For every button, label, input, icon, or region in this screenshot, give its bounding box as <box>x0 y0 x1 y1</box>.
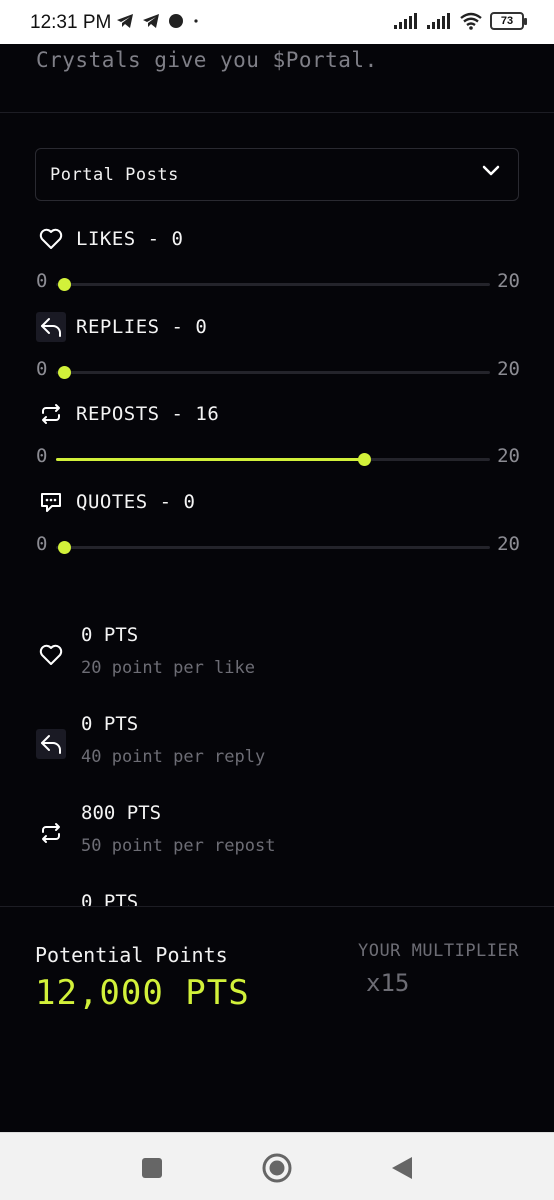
points-description: 50 point per repost <box>81 836 276 856</box>
repost-icon <box>36 399 66 429</box>
system-nav-bar <box>0 1132 554 1200</box>
intro-text: Crystals give you $Portal. <box>36 48 378 72</box>
multiplier-label: YOUR MULTIPLIER <box>357 941 519 961</box>
slider-max: 20 <box>497 358 520 380</box>
telegram-icon <box>143 14 159 28</box>
reply-icon <box>36 312 66 342</box>
slider-thumb[interactable] <box>357 453 371 466</box>
metric-label: REPOSTS - 16 <box>76 403 220 425</box>
home-button[interactable] <box>262 1153 292 1183</box>
metric-label: REPLIES - 0 <box>76 316 208 338</box>
app-content: Crystals give you $Portal. Portal Posts … <box>0 44 554 1132</box>
slider-thumb[interactable] <box>58 366 71 379</box>
battery-indicator: 73 <box>490 12 527 30</box>
slider-track[interactable] <box>56 541 490 554</box>
slider-min: 0 <box>36 270 48 292</box>
reply-icon <box>36 729 66 759</box>
divider <box>0 112 554 113</box>
slider-track[interactable] <box>56 366 490 379</box>
quote-icon <box>36 487 66 517</box>
points-item-reposts: 800 PTS 50 point per repost <box>36 802 436 862</box>
small-dot-icon <box>194 19 198 23</box>
points-description: 40 point per reply <box>81 747 266 767</box>
multiplier-value: x15 <box>366 969 410 997</box>
metric-label: LIKES - 0 <box>76 228 184 250</box>
metric-likes: LIKES - 0 0 20 <box>36 224 520 302</box>
reposts-slider[interactable]: 0 20 <box>36 437 520 477</box>
recents-button[interactable] <box>137 1153 167 1183</box>
points-item-likes: 0 PTS 20 point per like <box>36 624 436 684</box>
repost-icon <box>36 818 66 848</box>
status-bar: 12:31 PM 73 <box>0 0 554 44</box>
category-dropdown[interactable]: Portal Posts <box>35 148 519 201</box>
replies-slider[interactable]: 0 20 <box>36 350 520 390</box>
telegram-icon <box>117 14 133 28</box>
signal-icon <box>427 13 450 29</box>
potential-points-panel: Potential Points 12,000 PTS YOUR MULTIPL… <box>0 906 554 1132</box>
home-circle-icon <box>262 1153 292 1183</box>
wifi-icon <box>460 12 482 30</box>
square-icon <box>142 1158 162 1178</box>
signal-icon <box>394 13 417 29</box>
back-triangle-icon <box>392 1157 412 1179</box>
points-value: 800 PTS <box>81 802 162 824</box>
slider-track[interactable] <box>56 278 490 291</box>
record-dot-icon <box>169 14 183 28</box>
slider-track[interactable] <box>56 453 490 466</box>
metric-quotes: QUOTES - 0 0 20 <box>36 487 520 565</box>
metric-reposts: REPOSTS - 16 0 20 <box>36 399 520 477</box>
back-button[interactable] <box>387 1153 417 1183</box>
points-value: 0 PTS <box>81 624 139 646</box>
quotes-slider[interactable]: 0 20 <box>36 525 520 565</box>
points-value: 0 PTS <box>81 713 139 735</box>
metric-label: QUOTES - 0 <box>76 491 196 513</box>
potential-points-label: Potential Points <box>35 943 228 967</box>
heart-icon <box>36 640 66 670</box>
points-description: 20 point per like <box>81 658 255 678</box>
potential-points-value: 12,000 PTS <box>35 973 250 1013</box>
slider-fill <box>56 458 364 461</box>
slider-thumb[interactable] <box>58 278 71 291</box>
slider-max: 20 <box>497 533 520 555</box>
likes-slider[interactable]: 0 20 <box>36 262 520 302</box>
chevron-down-icon <box>482 165 500 176</box>
points-item-replies: 0 PTS 40 point per reply <box>36 713 436 773</box>
metric-replies: REPLIES - 0 0 20 <box>36 312 520 390</box>
slider-max: 20 <box>497 270 520 292</box>
slider-min: 0 <box>36 445 48 467</box>
status-time: 12:31 PM <box>30 12 112 33</box>
heart-icon <box>36 224 66 254</box>
dropdown-value: Portal Posts <box>50 164 179 185</box>
slider-min: 0 <box>36 358 48 380</box>
slider-min: 0 <box>36 533 48 555</box>
slider-thumb[interactable] <box>58 541 71 554</box>
slider-max: 20 <box>497 445 520 467</box>
